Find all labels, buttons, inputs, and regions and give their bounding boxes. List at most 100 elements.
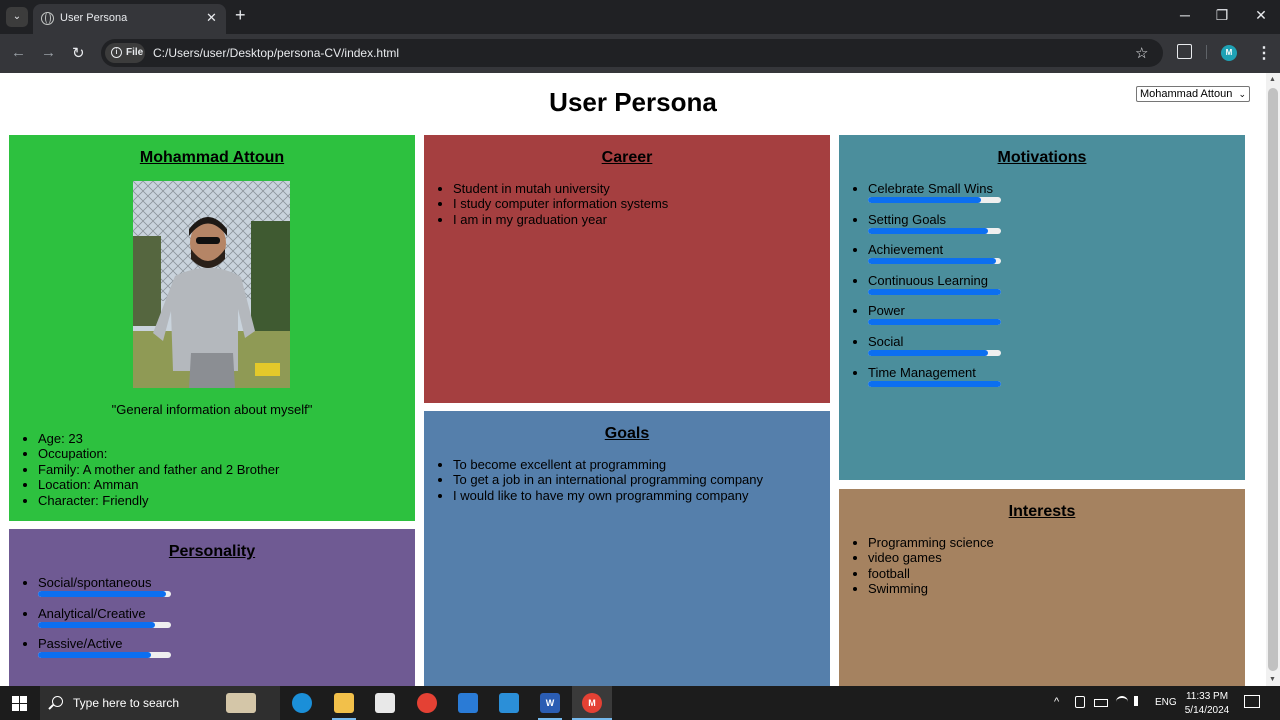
personality-title: Personality bbox=[168, 543, 256, 560]
motivation-item: Social bbox=[868, 334, 1245, 356]
persona-select-value: Mohammad Attoun bbox=[1140, 88, 1233, 100]
windows-start-icon[interactable] bbox=[12, 696, 27, 711]
interests-title: Interests bbox=[1008, 503, 1076, 520]
bookmark-star-icon[interactable]: ☆ bbox=[1135, 44, 1148, 62]
personality-item: Passive/Active bbox=[38, 636, 415, 659]
persona-select[interactable]: Mohammad Attoun ⌄ bbox=[1136, 86, 1250, 102]
motivation-meter bbox=[868, 258, 1001, 265]
close-window-button[interactable]: ✕ bbox=[1251, 7, 1271, 24]
motivation-meter bbox=[868, 319, 1001, 326]
motivation-meter bbox=[868, 380, 1001, 387]
detail-location: Location: Amman bbox=[38, 477, 279, 492]
motivation-label: Celebrate Small Wins bbox=[868, 181, 993, 196]
career-title: Career bbox=[601, 149, 653, 166]
profile-photo bbox=[133, 181, 290, 388]
url-text[interactable]: C:/Users/user/Desktop/persona-CV/index.h… bbox=[153, 46, 399, 60]
chrome-icon[interactable] bbox=[417, 693, 437, 713]
globe-icon bbox=[41, 12, 54, 25]
language-indicator[interactable]: ENG bbox=[1155, 697, 1177, 708]
file-explorer-icon[interactable] bbox=[334, 693, 354, 713]
tab-title: User Persona bbox=[60, 12, 128, 24]
toolbar-divider bbox=[1206, 45, 1207, 59]
tab-close-icon[interactable]: ✕ bbox=[206, 10, 217, 26]
notification-icon[interactable] bbox=[1244, 695, 1260, 708]
goal-item: I would like to have my own programming … bbox=[453, 488, 830, 503]
browser-tab[interactable]: User Persona ✕ bbox=[33, 4, 226, 34]
search-icon bbox=[52, 696, 63, 707]
edge-icon[interactable] bbox=[292, 693, 312, 713]
interest-item: Swimming bbox=[868, 581, 1245, 596]
info-icon: i bbox=[111, 47, 122, 58]
mail-icon[interactable] bbox=[458, 693, 478, 713]
motivation-meter bbox=[868, 197, 1001, 203]
interest-item: football bbox=[868, 566, 1245, 581]
meter-fill bbox=[38, 652, 152, 659]
personality-label: Analytical/Creative bbox=[38, 605, 146, 621]
motivation-label: Setting Goals bbox=[868, 211, 947, 227]
device-icon[interactable] bbox=[1075, 696, 1085, 708]
career-item: I am in my graduation year bbox=[453, 212, 830, 227]
taskbar-search-placeholder: Type here to search bbox=[73, 696, 180, 710]
motivation-item: Achievement bbox=[868, 242, 1245, 265]
career-item: I study computer information systems bbox=[453, 196, 830, 211]
reload-button[interactable]: ↻ bbox=[72, 44, 85, 62]
vscode-icon[interactable] bbox=[499, 693, 519, 713]
page-scrollbar[interactable]: ▲ ▼ bbox=[1266, 73, 1280, 686]
meter-fill bbox=[38, 591, 166, 597]
meter-fill bbox=[868, 349, 988, 356]
site-info-chip[interactable]: i File bbox=[105, 43, 145, 63]
page-title: User Persona bbox=[549, 87, 717, 117]
site-info-label: File bbox=[126, 47, 144, 58]
scrollbar-thumb[interactable] bbox=[1268, 88, 1278, 671]
battery-icon[interactable] bbox=[1094, 699, 1108, 707]
meter-fill bbox=[868, 319, 1001, 326]
motivations-title: Motivations bbox=[997, 149, 1087, 166]
page-viewport: User Persona Mohammad Attoun ⌄ Mohammad … bbox=[0, 73, 1266, 686]
forward-button[interactable]: → bbox=[41, 44, 56, 61]
word-icon[interactable]: W bbox=[540, 693, 560, 713]
chrome-profile-icon: M bbox=[582, 693, 602, 713]
back-button[interactable]: ← bbox=[11, 44, 26, 61]
volume-icon[interactable] bbox=[1134, 696, 1146, 706]
career-item: Student in mutah university bbox=[453, 181, 830, 196]
career-card: Career Student in mutah university I stu… bbox=[424, 135, 830, 403]
goals-card: Goals To become excellent at programming… bbox=[424, 411, 830, 686]
motivation-item: Time Management bbox=[868, 365, 1245, 387]
minimize-button[interactable]: ─ bbox=[1175, 7, 1195, 23]
personality-meter bbox=[38, 621, 171, 628]
meter-fill bbox=[868, 227, 988, 234]
maximize-button[interactable]: ❐ bbox=[1212, 7, 1232, 24]
motivation-label: Power bbox=[868, 303, 905, 319]
scroll-up-arrow-icon[interactable]: ▲ bbox=[1269, 76, 1276, 83]
browser-menu-icon[interactable]: ⋮ bbox=[1256, 43, 1272, 63]
scroll-down-arrow-icon[interactable]: ▼ bbox=[1269, 676, 1276, 683]
wifi-icon[interactable] bbox=[1116, 696, 1128, 708]
motivation-item: Celebrate Small Wins bbox=[868, 181, 1245, 203]
goal-item: To get a job in an international program… bbox=[453, 472, 830, 487]
personality-list: Social/spontaneous Analytical/Creative P… bbox=[9, 575, 415, 659]
interests-list: Programming science video games football… bbox=[839, 535, 1245, 597]
motivation-meter bbox=[868, 288, 1001, 295]
tray-overflow-icon[interactable]: ^ bbox=[1054, 696, 1059, 708]
microsoft-store-icon[interactable] bbox=[375, 693, 395, 713]
personality-card: Personality Social/spontaneous Analytica… bbox=[9, 529, 415, 686]
detail-occupation: Occupation: bbox=[38, 446, 279, 461]
address-bar[interactable]: i File C:/Users/user/Desktop/persona-CV/… bbox=[101, 39, 1163, 67]
detail-family: Family: A mother and father and 2 Brothe… bbox=[38, 462, 279, 477]
personality-meter bbox=[38, 652, 171, 659]
search-highlight-icon[interactable] bbox=[226, 693, 256, 713]
tab-search-button[interactable]: ⌄ bbox=[6, 7, 28, 27]
new-tab-button[interactable]: + bbox=[235, 5, 246, 26]
motivation-label: Continuous Learning bbox=[868, 272, 988, 288]
personality-label: Passive/Active bbox=[38, 636, 123, 652]
chrome-profile-app-active[interactable]: M bbox=[572, 686, 612, 720]
personality-label: Social/spontaneous bbox=[38, 575, 152, 590]
taskbar-clock[interactable]: 11:33 PM 5/14/2024 bbox=[1176, 690, 1238, 718]
extensions-icon[interactable] bbox=[1177, 44, 1192, 59]
interest-item: video games bbox=[868, 550, 1245, 565]
profile-avatar[interactable]: M bbox=[1221, 45, 1237, 61]
personality-meter bbox=[38, 591, 171, 597]
meter-fill bbox=[868, 258, 996, 265]
detail-age: Age: 23 bbox=[38, 431, 279, 446]
motivation-item: Power bbox=[868, 303, 1245, 326]
